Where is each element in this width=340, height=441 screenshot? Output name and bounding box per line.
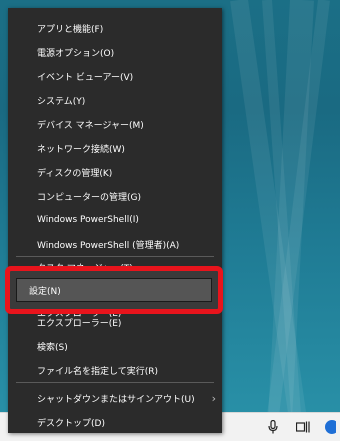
menu-item-apps-features[interactable]: アプリと機能(F) <box>8 16 222 40</box>
chevron-right-icon: › <box>211 391 216 405</box>
menu-item-power-options[interactable]: 電源オプション(O) <box>8 40 222 64</box>
microphone-icon[interactable] <box>258 413 288 441</box>
menu-item-label: ファイル名を指定して実行(R) <box>37 366 159 377</box>
menu-item-label: Windows PowerShell (管理者)(A) <box>37 240 180 251</box>
task-view-icon[interactable] <box>288 413 318 441</box>
menu-item-label: デスクトップ(D) <box>37 418 105 429</box>
menu-item-run[interactable]: ファイル名を指定して実行(R) <box>8 358 222 382</box>
desktop-background: アプリと機能(F) 電源オプション(O) イベント ビューアー(V) システム(… <box>0 0 340 441</box>
highlight-box: 設定(N) <box>5 266 223 314</box>
menu-item-shutdown-signout[interactable]: シャットダウンまたはサインアウト(U) › <box>8 386 222 410</box>
menu-item-label: ネットワーク接続(W) <box>37 144 125 155</box>
app-icon[interactable] <box>318 413 340 441</box>
menu-item-search[interactable]: 検索(S) <box>8 334 222 358</box>
menu-item-label: システム(Y) <box>37 96 86 107</box>
menu-item-disk-management[interactable]: ディスクの管理(K) <box>8 160 222 184</box>
menu-item-powershell[interactable]: Windows PowerShell(I) <box>8 208 222 232</box>
menu-item-label: イベント ビューアー(V) <box>37 72 134 83</box>
menu-item-device-manager[interactable]: デバイス マネージャー(M) <box>8 112 222 136</box>
menu-item-label: シャットダウンまたはサインアウト(U) <box>37 394 195 405</box>
menu-item-label: 検索(S) <box>37 342 68 353</box>
menu-item-computer-management[interactable]: コンピューターの管理(G) <box>8 184 222 208</box>
menu-item-system[interactable]: システム(Y) <box>8 88 222 112</box>
menu-item-label: 設定(N) <box>29 286 61 297</box>
menu-item-label: ディスクの管理(K) <box>37 168 113 179</box>
menu-item-network-connections[interactable]: ネットワーク接続(W) <box>8 136 222 160</box>
menu-item-event-viewer[interactable]: イベント ビューアー(V) <box>8 64 222 88</box>
menu-item-label: コンピューターの管理(G) <box>37 192 141 203</box>
menu-item-label: デバイス マネージャー(M) <box>37 120 144 131</box>
menu-item-label: Windows PowerShell(I) <box>37 215 139 225</box>
menu-item-explorer-top-fragment: エクスプローラー(E) <box>37 313 122 319</box>
menu-item-settings[interactable]: 設定(N) <box>16 278 212 302</box>
menu-separator <box>16 256 214 257</box>
winx-context-menu: アプリと機能(F) 電源オプション(O) イベント ビューアー(V) システム(… <box>8 8 222 433</box>
menu-item-label: アプリと機能(F) <box>37 24 104 35</box>
menu-separator <box>16 382 214 383</box>
menu-item-powershell-admin[interactable]: Windows PowerShell (管理者)(A) <box>8 232 222 256</box>
menu-item-label: 電源オプション(O) <box>37 48 115 59</box>
menu-item-desktop[interactable]: デスクトップ(D) <box>8 410 222 434</box>
